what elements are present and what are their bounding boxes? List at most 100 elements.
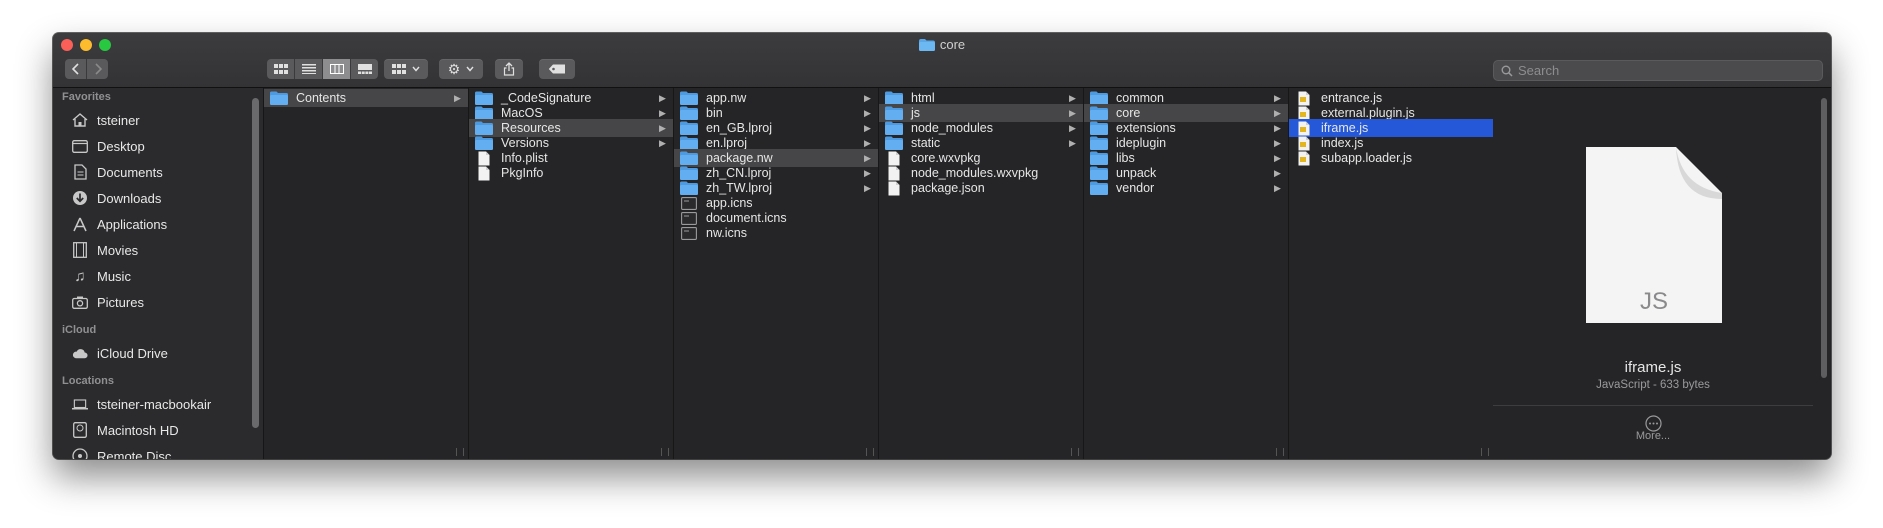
share-icon [503, 62, 515, 76]
row-name: js [911, 106, 921, 120]
document-icon [885, 166, 903, 180]
folder-row[interactable]: vendor ▶ [1084, 179, 1288, 197]
row-name: static [911, 136, 941, 150]
folder-icon [918, 39, 935, 54]
browser-column-1: Contents ▶ [264, 88, 469, 459]
sidebar-item-applications[interactable]: Applications [53, 211, 263, 237]
tags-button[interactable] [539, 59, 575, 79]
laptop-icon [72, 396, 88, 412]
row-name: package.json [911, 181, 985, 195]
folder-icon [475, 121, 493, 135]
sidebar-item-desktop[interactable]: Desktop [53, 133, 263, 159]
disclosure-arrow-icon: ▶ [659, 122, 666, 133]
search-input[interactable] [1518, 63, 1798, 78]
search-field[interactable] [1493, 60, 1823, 81]
chevron-down-icon [466, 66, 474, 72]
folder-icon [1090, 91, 1108, 105]
music-note-icon: ♫ [74, 267, 86, 285]
disclosure-arrow-icon: ▶ [659, 92, 666, 103]
folder-icon [1090, 151, 1108, 165]
gear-icon: ⚙ [447, 61, 461, 77]
folder-row[interactable]: Contents ▶ [264, 89, 468, 107]
browser-column-6: entrance.js external.plugin.js iframe.js in… [1289, 88, 1494, 459]
row-name: Versions [501, 136, 549, 150]
chevron-right-icon [94, 63, 102, 75]
row-name: nw.icns [706, 226, 747, 240]
sidebar-item-downloads[interactable]: Downloads [53, 185, 263, 211]
sidebar-header-favorites: Favorites [62, 91, 111, 103]
row-name: package.nw [706, 151, 773, 165]
sidebar-item-remote-disc[interactable]: Remote Disc [53, 443, 263, 459]
preview-divider [1493, 405, 1813, 406]
folder-icon [475, 136, 493, 150]
sidebar-item-label: Applications [97, 216, 168, 232]
more-label[interactable]: More... [1493, 430, 1813, 442]
disclosure-arrow-icon: ▶ [1274, 167, 1281, 178]
file-row[interactable]: nw.icns [674, 224, 878, 242]
disclosure-arrow-icon: ▶ [1069, 137, 1076, 148]
row-name: en_GB.lproj [706, 121, 773, 135]
column-resize-handle[interactable] [1276, 448, 1284, 456]
row-name: libs [1116, 151, 1135, 165]
sidebar-item-label: Pictures [97, 294, 144, 310]
sidebar-item-movies[interactable]: Movies [53, 237, 263, 263]
hard-disk-icon [72, 422, 88, 438]
column-resize-handle[interactable] [456, 448, 464, 456]
folder-icon [270, 91, 288, 105]
column-resize-handle[interactable] [1071, 448, 1079, 456]
disclosure-arrow-icon: ▶ [864, 107, 871, 118]
disclosure-arrow-icon: ▶ [454, 92, 461, 103]
sidebar-item-label: Documents [97, 164, 163, 180]
finder-window: core ⚙ Search Favorites tsteiner Desktop… [53, 33, 1831, 459]
row-name: document.icns [706, 211, 787, 225]
file-row[interactable]: PkgInfo [469, 164, 673, 182]
row-name: app.nw [706, 91, 747, 105]
icon-view-button[interactable] [267, 59, 295, 79]
row-name: node_modules.wxvpkg [911, 166, 1039, 180]
disclosure-arrow-icon: ▶ [659, 137, 666, 148]
row-name: zh_TW.lproj [706, 181, 772, 195]
preview-scrollbar[interactable] [1821, 98, 1827, 378]
folder-icon [475, 106, 493, 120]
column-resize-handle[interactable] [866, 448, 874, 456]
back-button[interactable] [65, 59, 87, 79]
disc-icon [72, 448, 88, 459]
gallery-view-button[interactable] [351, 59, 378, 79]
preview-file-info: JavaScript - 633 bytes [1596, 379, 1710, 391]
sidebar-item-music[interactable]: ♫ Music [53, 263, 263, 289]
sidebar-item-tsteiner[interactable]: tsteiner [53, 107, 263, 133]
sidebar-item-icloud-drive[interactable]: iCloud Drive [53, 340, 263, 366]
folder-icon [475, 91, 493, 105]
view-mode-control [267, 59, 378, 79]
list-view-button[interactable] [295, 59, 323, 79]
action-button[interactable]: ⚙ [439, 59, 483, 79]
row-name: app.icns [706, 196, 753, 210]
document-icon [885, 181, 903, 195]
column-view-button[interactable] [323, 59, 351, 79]
column-resize-handle[interactable] [1481, 448, 1489, 456]
row-name: core.wxvpkg [911, 151, 981, 165]
preview-filename: iframe.js [1624, 359, 1682, 376]
sidebar-item-pictures[interactable]: Pictures [53, 289, 263, 315]
file-row[interactable]: package.json [879, 179, 1083, 197]
row-name: MacOS [501, 106, 543, 120]
share-button[interactable] [495, 59, 523, 79]
sidebar-item-documents[interactable]: Documents [53, 159, 263, 185]
icon-view-icon [273, 64, 288, 74]
row-name: iframe.js [1321, 121, 1369, 135]
sidebar-item-macbookair[interactable]: tsteiner-macbookair [53, 391, 263, 417]
gallery-view-icon [357, 64, 372, 74]
sidebar-scrollbar[interactable] [252, 98, 259, 428]
row-name: _CodeSignature [501, 91, 592, 105]
forward-button[interactable] [87, 59, 108, 79]
browser-column-5: common ▶ core ▶ extensions ▶ ideplugin ▶ libs ▶ un… [1084, 88, 1289, 459]
browser-column-2: _CodeSignature ▶ MacOS ▶ Resources ▶ Versions ▶… [469, 88, 674, 459]
sidebar-item-macintosh-hd[interactable]: Macintosh HD [53, 417, 263, 443]
row-name: common [1116, 91, 1164, 105]
disclosure-arrow-icon: ▶ [864, 152, 871, 163]
group-button[interactable] [384, 59, 428, 79]
folder-icon [680, 121, 698, 135]
file-row[interactable]: subapp.loader.js [1289, 149, 1493, 167]
window-title: core [53, 37, 1831, 54]
column-resize-handle[interactable] [661, 448, 669, 456]
